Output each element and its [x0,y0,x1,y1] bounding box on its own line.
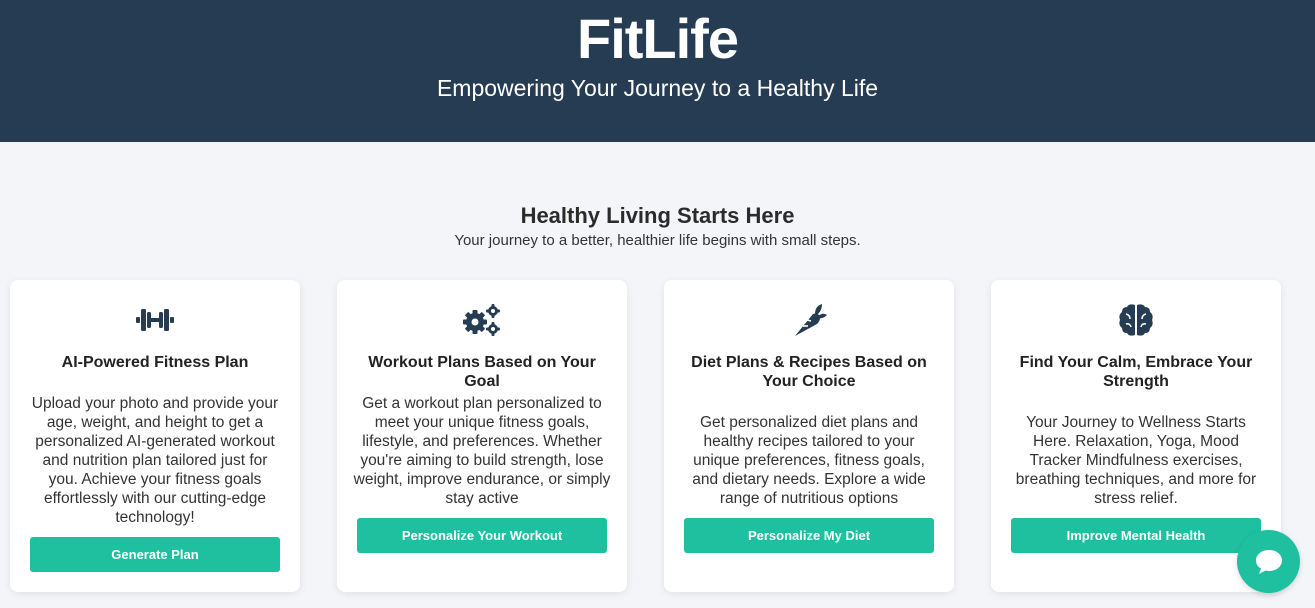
site-tagline: Empowering Your Journey to a Healthy Lif… [436,75,879,101]
card-fitness-plan: AI-Powered Fitness Plan Upload your phot… [10,280,300,592]
carrot-icon [664,300,954,340]
personalize-diet-button[interactable]: Personalize My Diet [684,518,934,553]
chat-bubble-icon [1255,549,1282,574]
card-description: Your Journey to Wellness Starts Here. Re… [1015,414,1257,507]
card-description: Upload your photo and provide your age, … [31,395,279,526]
card-title: Workout Plans Based on Your Goal [368,354,596,390]
gears-icon [337,300,627,340]
card-description: Get personalized diet plans and healthy … [692,414,926,507]
card-workout-plans: Workout Plans Based on Your Goal Get a w… [337,280,627,592]
section-title: Healthy Living Starts Here [520,203,795,228]
card-diet-plans: Diet Plans & Recipes Based on Your Choic… [664,280,954,592]
card-title: AI-Powered Fitness Plan [61,354,249,371]
personalize-workout-button[interactable]: Personalize Your Workout [357,518,607,553]
card-title: Diet Plans & Recipes Based on Your Choic… [691,354,927,390]
improve-mental-health-button[interactable]: Improve Mental Health [1011,518,1261,553]
dumbbell-icon [10,300,300,340]
site-title: FitLife [577,7,739,70]
card-mental-health: Find Your Calm, Embrace Your Strength Yo… [991,280,1281,592]
brain-icon [991,300,1281,340]
card-title: Find Your Calm, Embrace Your Strength [1019,354,1253,390]
chat-button[interactable] [1237,530,1300,593]
card-description: Get a workout plan personalized to meet … [353,395,611,507]
section-subtitle: Your journey to a better, healthier life… [454,232,861,249]
generate-plan-button[interactable]: Generate Plan [30,537,280,572]
hero-banner: FitLife Empowering Your Journey to a Hea… [0,0,1315,142]
